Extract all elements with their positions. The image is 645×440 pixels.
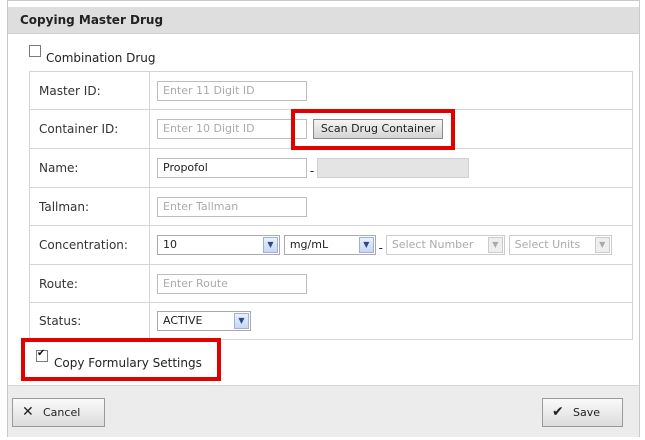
container-id-label: Container ID: bbox=[29, 109, 150, 149]
save-button[interactable]: ✔ Save bbox=[542, 398, 623, 427]
combination-drug-checkbox[interactable] bbox=[29, 45, 41, 57]
chevron-down-icon: ▼ bbox=[358, 237, 374, 253]
cancel-button[interactable]: ✕ Cancel bbox=[12, 398, 105, 427]
dialog-title: Copying Master Drug bbox=[20, 13, 164, 27]
name-separator: - bbox=[309, 164, 315, 178]
chevron-down-icon: ▼ bbox=[487, 237, 503, 253]
concentration-units-select[interactable]: mg/mL ▼ bbox=[283, 235, 376, 255]
tallman-row: Tallman: Enter Tallman bbox=[29, 187, 633, 226]
combination-drug-label: Combination Drug bbox=[46, 51, 156, 65]
concentration-number-select[interactable]: 10 ▼ bbox=[157, 235, 280, 255]
route-input[interactable]: Enter Route bbox=[157, 273, 307, 294]
save-label: Save bbox=[573, 406, 601, 419]
name-suffix-input bbox=[317, 158, 469, 178]
concentration-label: Concentration: bbox=[29, 225, 150, 265]
cancel-label: Cancel bbox=[43, 406, 81, 419]
name-input[interactable]: Propofol bbox=[157, 158, 307, 178]
route-label: Route: bbox=[29, 264, 150, 303]
master-id-label: Master ID: bbox=[29, 71, 150, 110]
concentration-separator: - bbox=[378, 241, 383, 255]
scan-button-highlight bbox=[291, 109, 455, 150]
status-select[interactable]: ACTIVE ▼ bbox=[157, 311, 251, 331]
concentration-row: Concentration: 10 ▼ mg/mL ▼ - Select Number ▼… bbox=[29, 225, 633, 265]
checkmark-icon: ✔ bbox=[552, 404, 564, 420]
chevron-down-icon: ▼ bbox=[263, 237, 278, 253]
dialog-footer: ✕ Cancel ✔ Save bbox=[8, 385, 639, 437]
container-id-input[interactable]: Enter 10 Digit ID bbox=[157, 119, 307, 139]
second-units-select: Select Units ▼ bbox=[508, 235, 612, 255]
master-id-row: Master ID: Enter 11 Digit ID bbox=[29, 71, 633, 110]
name-row: Name: Propofol - bbox=[29, 148, 633, 188]
status-label: Status: bbox=[29, 302, 150, 340]
close-icon: ✕ bbox=[22, 404, 34, 420]
route-row: Route: Enter Route bbox=[29, 264, 633, 303]
chevron-down-icon: ▼ bbox=[594, 237, 610, 253]
dialog-titlebar: Copying Master Drug bbox=[8, 7, 639, 34]
master-id-input[interactable]: Enter 11 Digit ID bbox=[157, 80, 307, 101]
chevron-down-icon: ▼ bbox=[234, 313, 249, 329]
name-label: Name: bbox=[29, 148, 150, 188]
copy-formulary-highlight bbox=[21, 338, 221, 381]
tallman-label: Tallman: bbox=[29, 187, 150, 226]
status-row: Status: ACTIVE ▼ bbox=[29, 302, 633, 340]
second-number-select: Select Number ▼ bbox=[385, 235, 505, 255]
tallman-input[interactable]: Enter Tallman bbox=[157, 196, 307, 217]
